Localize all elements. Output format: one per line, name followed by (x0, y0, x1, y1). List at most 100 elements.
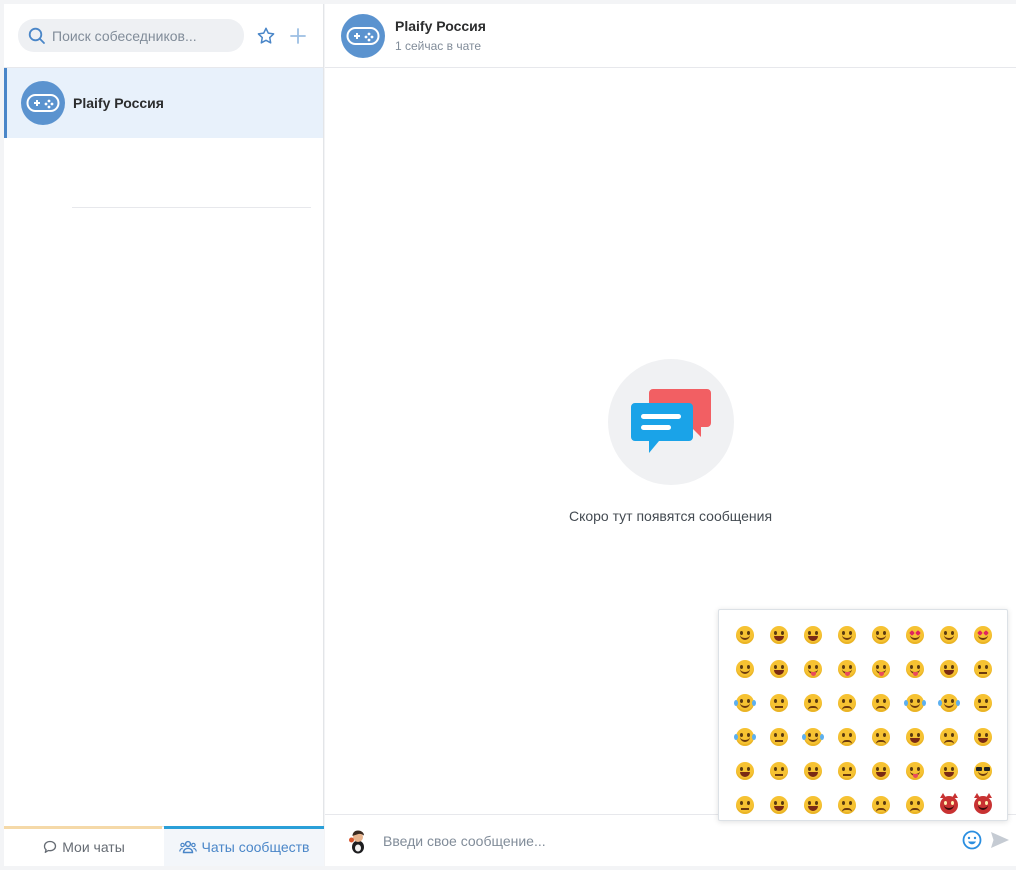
emoji-sleepy-icon[interactable] (966, 686, 1000, 720)
emoji-face (804, 796, 822, 814)
chat-title[interactable]: Plaify Россия (395, 18, 486, 34)
emoji-hushed-icon[interactable] (796, 788, 830, 822)
new-chat-button[interactable] (287, 25, 309, 47)
emoji-face (872, 626, 890, 644)
emoji-face (974, 793, 992, 814)
avatar (21, 81, 65, 125)
emoji-face (974, 728, 992, 746)
emoji-angry-icon[interactable] (728, 754, 762, 788)
emoji-drool-icon[interactable] (898, 754, 932, 788)
emoji-face (872, 728, 890, 746)
emoji-devil-icon[interactable] (966, 788, 1000, 822)
sidebar: Plaify Россия Мои чаты Чат (4, 4, 324, 866)
emoji-yawn-icon[interactable] (898, 720, 932, 754)
emoji-kiss-closed-icon[interactable] (728, 652, 762, 686)
emoji-face (770, 660, 788, 678)
chat-header-text: Plaify Россия 1 сейчас в чате (395, 18, 486, 53)
emoji-face (940, 660, 958, 678)
emoji-worried-icon[interactable] (864, 720, 898, 754)
emoji-heart-eyes-icon[interactable] (898, 618, 932, 652)
emoji-face (940, 762, 958, 780)
emoji-imp-icon[interactable] (932, 788, 966, 822)
emoji-face (838, 762, 856, 780)
message-input[interactable] (383, 832, 943, 849)
gamepad-icon (26, 94, 60, 112)
emoji-face (838, 796, 856, 814)
emoji-face (734, 728, 756, 746)
search-box[interactable] (18, 19, 244, 52)
empty-state: Скоро тут появятся сообщения (325, 359, 1016, 524)
emoji-tears-icon[interactable] (728, 720, 762, 754)
emoji-tongue-closed-icon[interactable] (830, 652, 864, 686)
emoji-tongue-wink-icon[interactable] (796, 652, 830, 686)
emoji-blank-icon[interactable] (830, 754, 864, 788)
emoji-astonished-icon[interactable] (796, 754, 830, 788)
star-icon (258, 27, 275, 44)
emoji-persevere-icon[interactable] (864, 788, 898, 822)
emoji-disappointed-icon[interactable] (830, 686, 864, 720)
emoji-face (804, 762, 822, 780)
emoji-happy-icon[interactable] (830, 618, 864, 652)
emoji-button[interactable] (962, 830, 982, 855)
emoji-grimace-icon[interactable] (796, 618, 830, 652)
emoji-face (736, 660, 754, 678)
send-icon (991, 832, 1009, 848)
emoji-face (872, 762, 890, 780)
emoji-dizzy-icon[interactable] (762, 788, 796, 822)
chat-list: Plaify Россия (4, 68, 323, 208)
emoji-weary-icon[interactable] (830, 720, 864, 754)
plus-icon (290, 27, 307, 44)
emoji-fearful-icon[interactable] (966, 720, 1000, 754)
emoji-laugh-icon[interactable] (932, 652, 966, 686)
tab-my-chats[interactable]: Мои чаты (4, 826, 164, 866)
emoji-face (770, 762, 788, 780)
emoji-smile-icon[interactable] (728, 618, 762, 652)
emoji-face (906, 728, 924, 746)
emoji-smirk-icon[interactable] (966, 652, 1000, 686)
emoji-sunglasses-icon[interactable] (966, 754, 1000, 788)
emoji-frown-icon[interactable] (796, 686, 830, 720)
emoji-face (940, 626, 958, 644)
favorites-button[interactable] (256, 25, 278, 47)
emoji-unamused-icon[interactable] (762, 686, 796, 720)
sticker-avatar-icon[interactable] (345, 828, 371, 854)
emoji-wink-icon[interactable] (864, 618, 898, 652)
emoji-crazy-icon[interactable] (898, 652, 932, 686)
emoji-relieved-icon[interactable] (762, 720, 796, 754)
emoji-kiss-heart-icon[interactable] (966, 618, 1000, 652)
chat-header: Plaify Россия 1 сейчас в чате (325, 4, 1016, 68)
emoji-face (906, 660, 924, 678)
emoji-sad-open-icon[interactable] (830, 788, 864, 822)
emoji-face (974, 660, 992, 678)
emoji-face (838, 728, 856, 746)
emoji-face (904, 694, 926, 712)
emoji-neutral-open-icon[interactable] (762, 754, 796, 788)
emoji-kiss-icon[interactable] (932, 618, 966, 652)
emoji-face (804, 660, 822, 678)
emoji-tongue-icon[interactable] (864, 652, 898, 686)
emoji-expressionless-icon[interactable] (728, 788, 762, 822)
tab-community-chats-label: Чаты сообществ (201, 838, 310, 855)
send-button[interactable] (990, 831, 1010, 854)
smile-icon (962, 830, 982, 850)
emoji-picker (718, 609, 1008, 821)
emoji-face (734, 694, 756, 712)
tab-community-chats[interactable]: Чаты сообществ (164, 826, 324, 866)
emoji-beam-icon[interactable] (864, 754, 898, 788)
chat-list-item[interactable]: Plaify Россия (4, 68, 323, 138)
emoji-joy-icon[interactable] (898, 686, 932, 720)
chat-avatar[interactable] (341, 13, 385, 58)
emoji-tired-icon[interactable] (898, 788, 932, 822)
emoji-anxious-icon[interactable] (932, 720, 966, 754)
emoji-grin-icon[interactable] (762, 618, 796, 652)
sidebar-header (4, 4, 323, 68)
search-input[interactable] (52, 27, 232, 44)
emoji-sweat-icon[interactable] (728, 686, 762, 720)
emoji-cry-icon[interactable] (932, 686, 966, 720)
gamepad-icon (346, 26, 380, 45)
emoji-confused-icon[interactable] (864, 686, 898, 720)
emoji-face (770, 728, 788, 746)
emoji-scream-icon[interactable] (932, 754, 966, 788)
emoji-kiss-surprised-icon[interactable] (762, 652, 796, 686)
emoji-sob-icon[interactable] (796, 720, 830, 754)
